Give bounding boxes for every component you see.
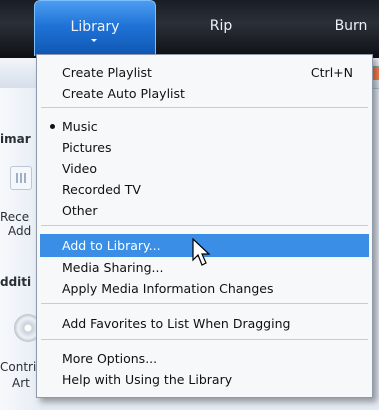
tab-library-label: Library [70,19,120,35]
menu-item-label: Create Playlist [62,65,152,80]
menu-separator [41,225,368,226]
menu-item-label: Add to Library... [62,238,161,253]
menu-item-other[interactable]: Other [40,199,369,222]
tab-burn[interactable]: Burn [316,0,379,56]
primary-section-heading: imar [0,132,31,146]
menu-item-help-library[interactable]: Help with Using the Library [40,368,369,391]
shortcut-label: Ctrl+N [310,65,353,80]
menu-item-pictures[interactable]: Pictures [40,136,369,159]
library-dropdown-menu: Create Playlist Ctrl+N Create Auto Playl… [36,54,373,398]
grid-icon[interactable] [10,166,32,190]
add-label: Add [8,224,32,238]
menu-item-label: Apply Media Information Changes [62,281,274,296]
additional-section-heading: dditi [0,275,32,289]
menu-item-label: Media Sharing... [62,260,164,275]
menu-separator [41,339,368,340]
menu-item-more-options[interactable]: More Options... [40,347,369,370]
menu-item-label: Add Favorites to List When Dragging [62,316,291,331]
menu-item-create-playlist[interactable]: Create Playlist Ctrl+N [40,61,369,84]
menu-item-label: Pictures [62,140,112,155]
tab-rip[interactable]: Rip [176,0,266,56]
tab-rip-label: Rip [209,18,233,34]
menu-item-music[interactable]: Music [40,115,369,138]
menu-item-add-favorites-when-dragging[interactable]: Add Favorites to List When Dragging [40,312,369,335]
mouse-cursor-icon [192,238,211,266]
tab-burn-label: Burn [334,18,368,34]
menu-item-create-auto-playlist[interactable]: Create Auto Playlist [40,82,369,105]
tab-library[interactable]: Library [34,0,156,56]
recent-label: Rece [0,210,30,224]
bullet-icon [50,124,55,129]
chevron-down-icon [91,39,97,42]
menu-item-label: Create Auto Playlist [62,86,185,101]
menu-item-label: Video [62,161,98,176]
menu-item-label: Other [62,203,98,218]
menu-item-label: Help with Using the Library [62,372,233,387]
menu-item-label: Music [62,119,98,134]
artist-label: Art [12,376,30,390]
menu-item-label: Recorded TV [62,182,141,197]
menu-item-label: More Options... [62,351,158,366]
menu-item-video[interactable]: Video [40,157,369,180]
contributing-artist-label: Contri [0,360,37,374]
menu-separator [41,107,368,108]
menu-item-recorded-tv[interactable]: Recorded TV [40,178,369,201]
menu-item-apply-media-information-changes[interactable]: Apply Media Information Changes [40,277,369,300]
menu-separator [41,303,368,304]
